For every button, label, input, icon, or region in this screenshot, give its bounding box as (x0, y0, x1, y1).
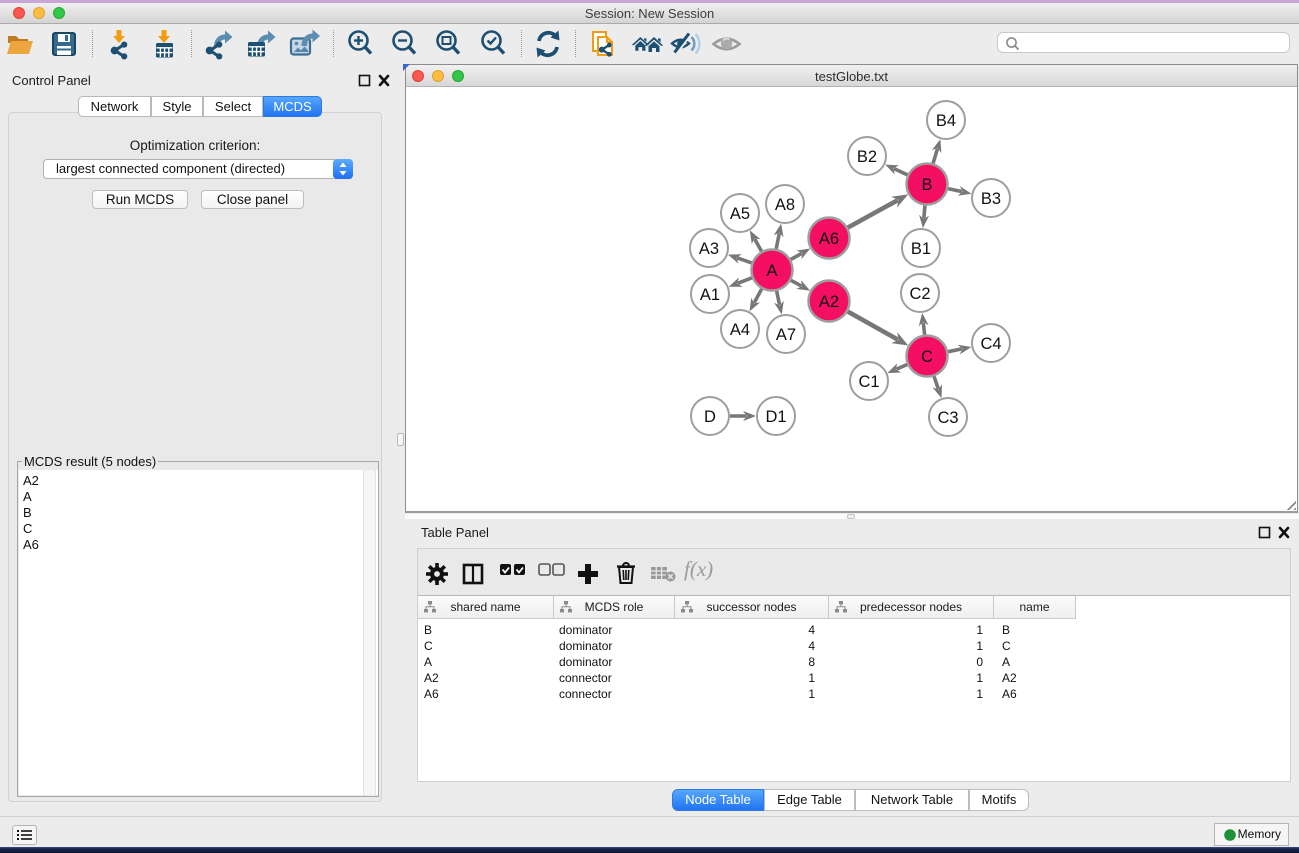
svg-text:D: D (704, 408, 716, 426)
svg-text:B3: B3 (981, 190, 1001, 208)
svg-text:C: C (921, 348, 933, 366)
svg-text:A8: A8 (775, 196, 795, 214)
svg-text:D1: D1 (765, 408, 786, 426)
svg-text:A5: A5 (730, 205, 750, 223)
svg-text:A1: A1 (700, 286, 720, 304)
svg-text:A3: A3 (699, 240, 719, 258)
svg-text:B4: B4 (936, 112, 956, 130)
svg-text:A7: A7 (776, 326, 796, 344)
svg-text:B: B (921, 176, 932, 194)
svg-text:A2: A2 (819, 293, 839, 311)
svg-text:C3: C3 (937, 409, 958, 427)
svg-text:A: A (766, 262, 777, 280)
svg-text:A4: A4 (730, 321, 750, 339)
svg-text:A6: A6 (819, 230, 839, 248)
svg-text:C1: C1 (858, 373, 879, 391)
svg-text:B1: B1 (911, 240, 931, 258)
svg-text:C2: C2 (909, 285, 930, 303)
svg-text:C4: C4 (980, 335, 1001, 353)
svg-text:B2: B2 (857, 148, 877, 166)
